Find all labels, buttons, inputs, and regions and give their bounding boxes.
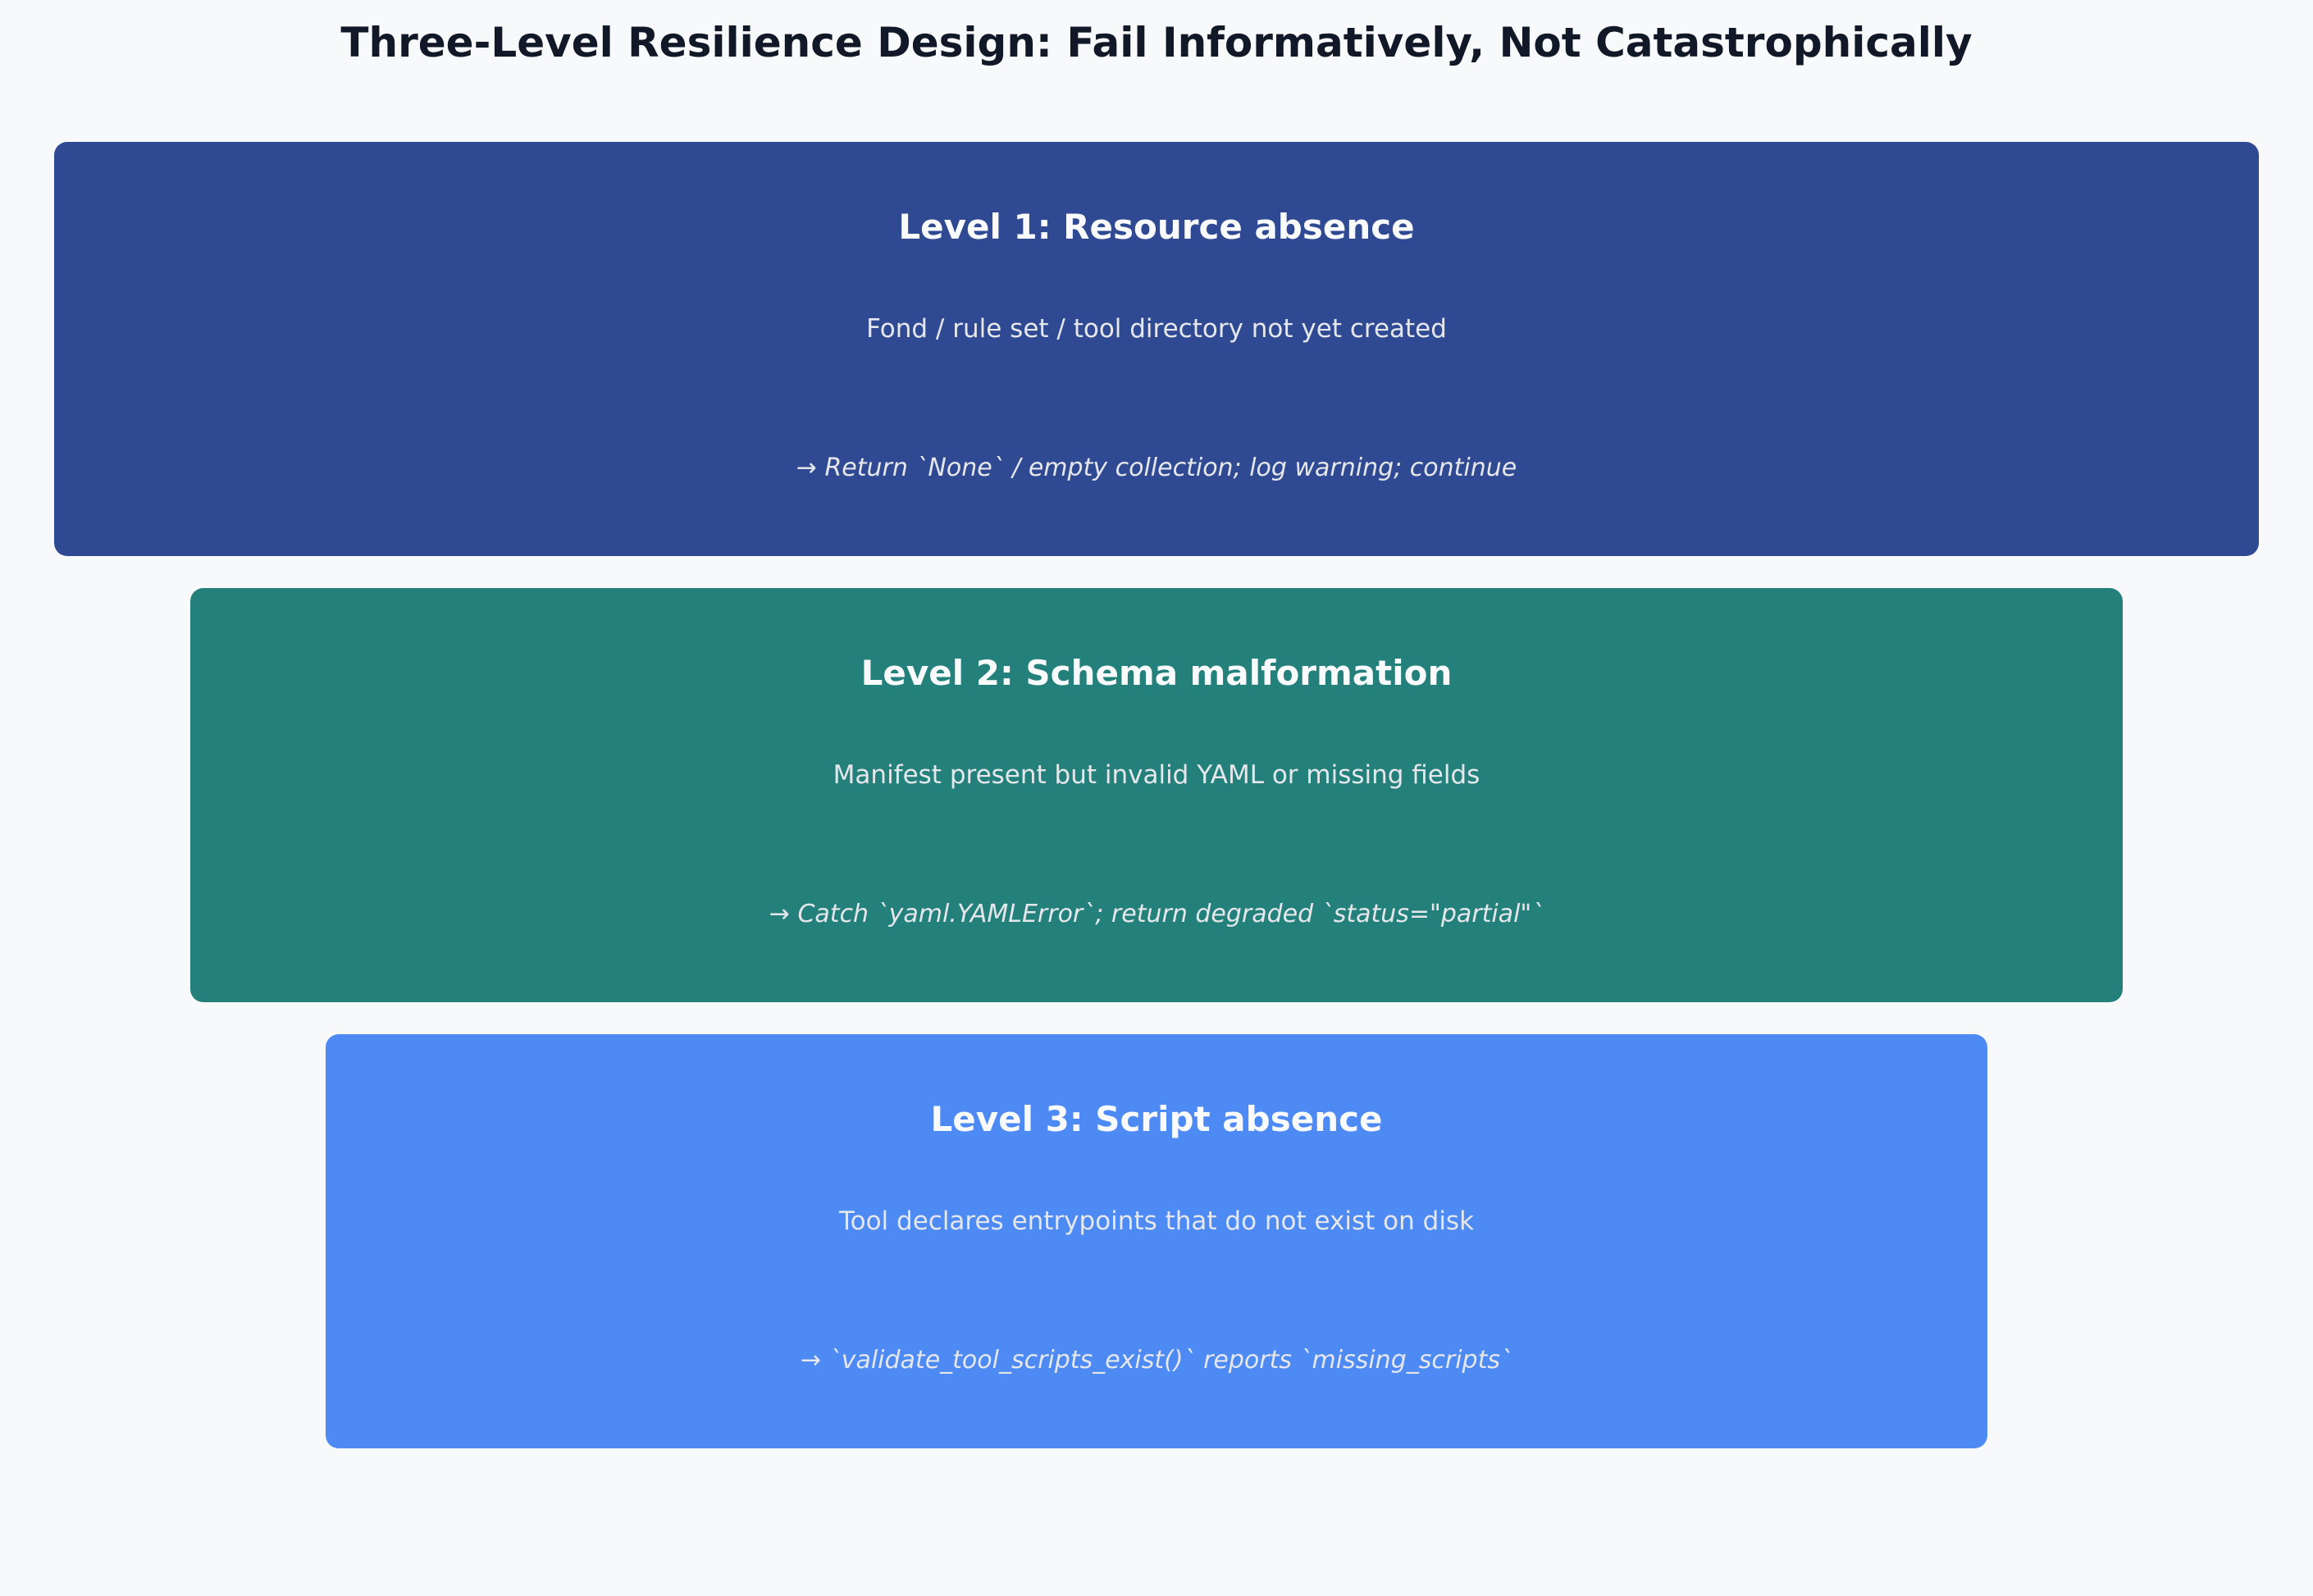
level-1-box: Level 1: Resource absence Fond / rule se…: [54, 142, 2259, 556]
level-2-heading: Level 2: Schema malformation: [860, 653, 1453, 693]
level-3-box: Level 3: Script absence Tool declares en…: [326, 1034, 1987, 1448]
diagram-title: Three-Level Resilience Design: Fail Info…: [340, 19, 1973, 66]
level-1-heading: Level 1: Resource absence: [898, 207, 1415, 247]
level-1-description: Fond / rule set / tool directory not yet…: [866, 314, 1447, 344]
level-2-box: Level 2: Schema malformation Manifest pr…: [190, 588, 2123, 1002]
level-3-heading: Level 3: Script absence: [930, 1099, 1383, 1139]
level-2-description: Manifest present but invalid YAML or mis…: [833, 760, 1480, 790]
level-3-description: Tool declares entrypoints that do not ex…: [838, 1206, 1475, 1236]
level-1-action: → Return `None` / empty collection; log …: [796, 454, 1517, 482]
level-2-action: → Catch `yaml.YAMLError`; return degrade…: [769, 900, 1544, 928]
level-3-action: → `validate_tool_scripts_exist()` report…: [801, 1346, 1512, 1375]
